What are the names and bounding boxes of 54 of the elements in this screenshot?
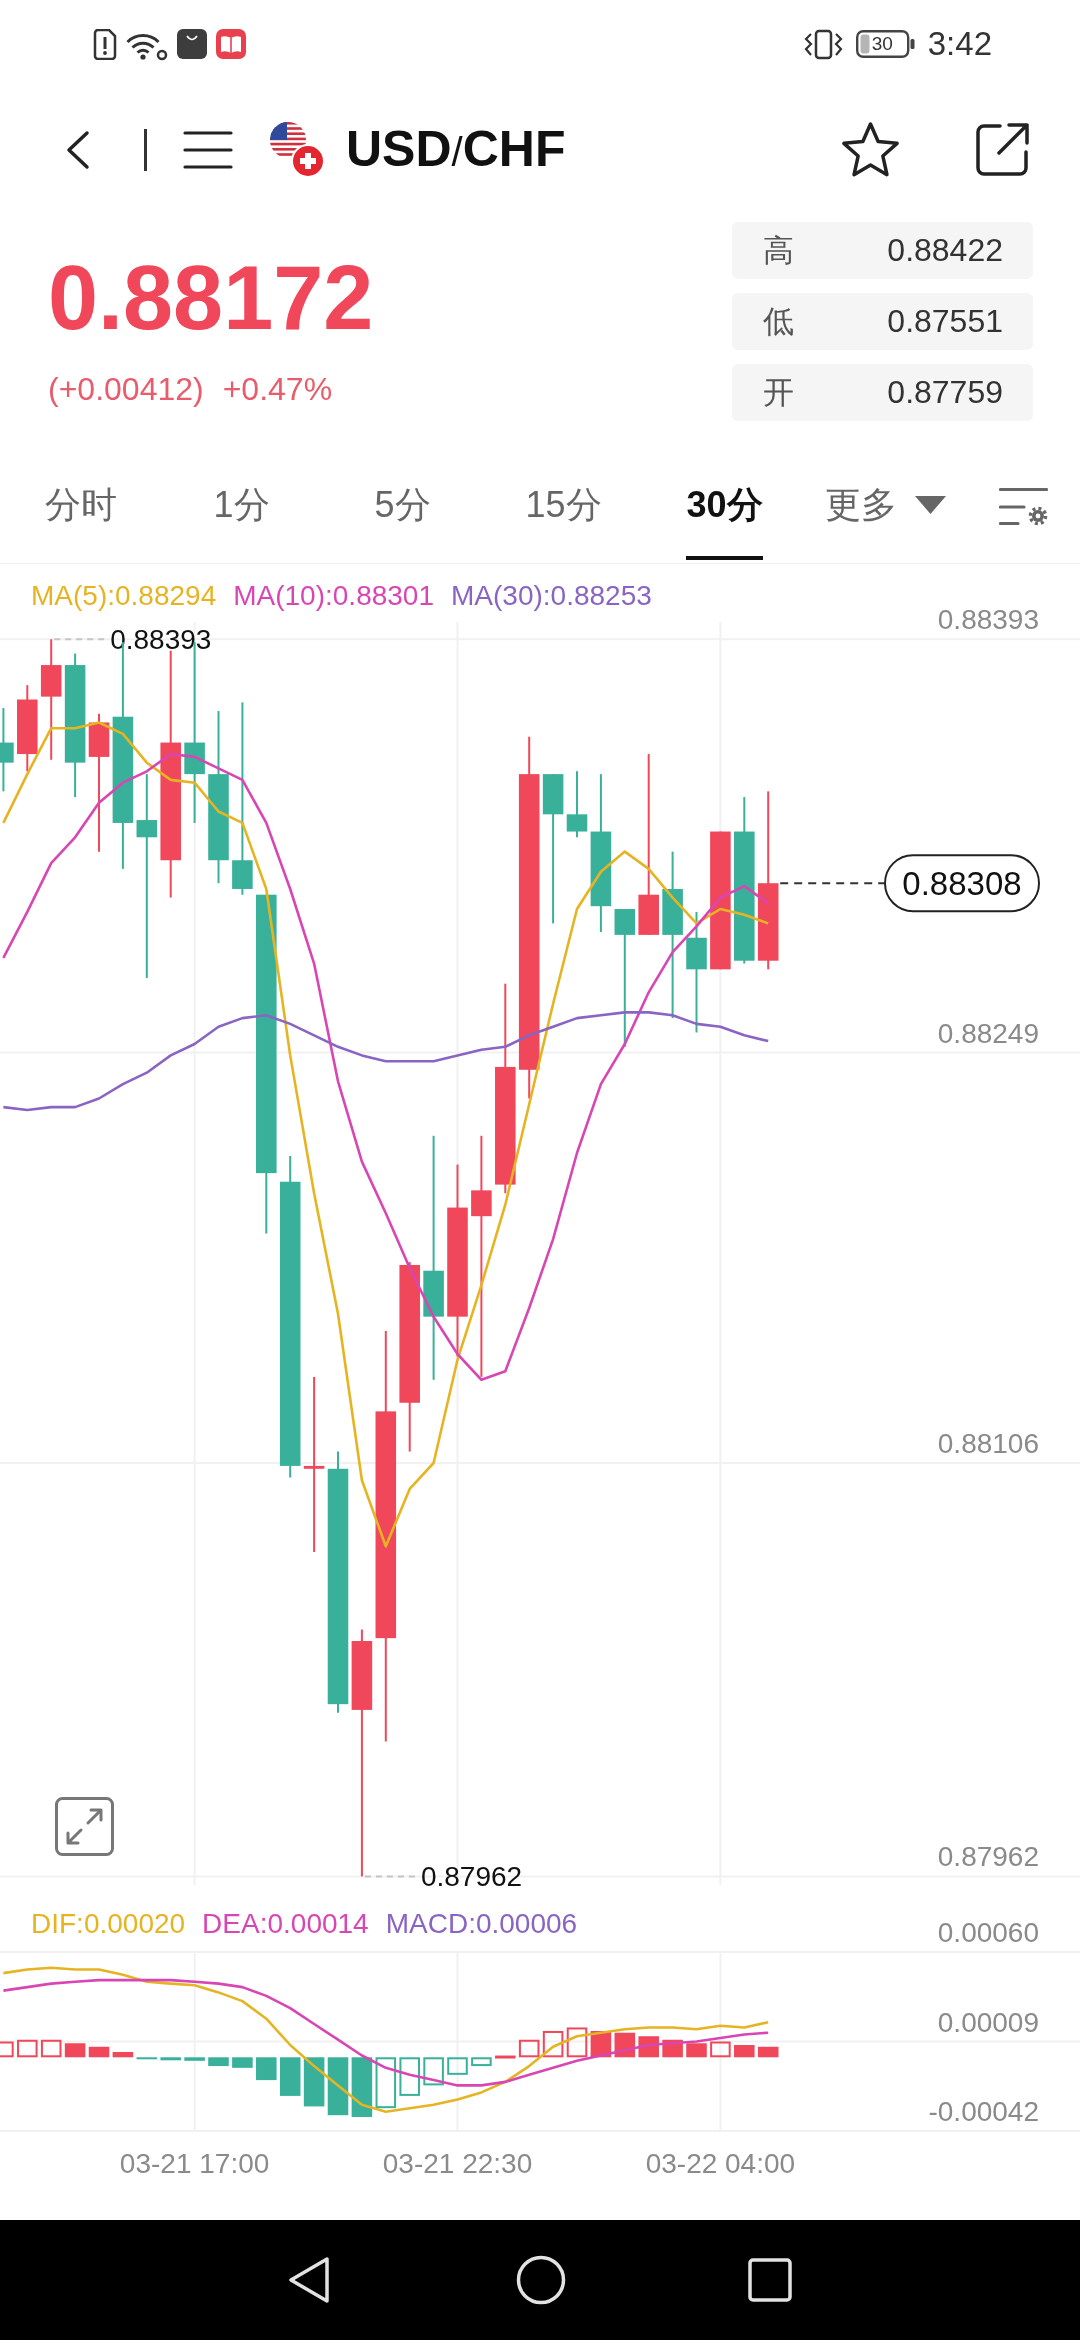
axis-label: 0.88249 [937,1017,1039,1049]
timeframe-tab[interactable]: 1分 [213,483,270,527]
price-tag: 0.88308 [884,854,1040,913]
stat-value: 0.88422 [887,232,1003,269]
legend-label: MA(30):0.88253 [451,579,652,613]
battery-percentage: 30 [871,34,893,54]
app-icon [177,29,207,59]
time-label: 03-22 04:00 [645,2148,796,2179]
caret-icon [915,496,946,514]
stat-label: 高 [763,231,794,270]
stat-label: 开 [763,373,794,412]
axis-label: 0.88106 [937,1428,1039,1460]
clock-time: 3:42 [927,24,992,64]
menu-icon[interactable] [183,129,233,171]
legend-label: DIF:0.00020 [31,1906,186,1941]
timeframe-tab[interactable]: 15分 [525,483,602,527]
axis-label: 0.00009 [937,2006,1039,2038]
legend-label: MA(10):0.88301 [233,579,434,613]
settings-icon[interactable] [999,487,1048,526]
candlestick [566,770,588,839]
timeframe-tab[interactable]: 分时 [44,483,117,527]
axis-label: -0.00042 [928,2096,1039,2127]
stat-label: 低 [763,302,794,341]
stat-value: 0.87759 [887,374,1003,411]
legend-label: MA(5):0.88294 [31,579,217,613]
back-icon[interactable] [65,130,90,170]
back-icon[interactable] [288,2256,330,2304]
home-icon[interactable] [516,2255,566,2305]
current-price: 0.88172 [48,248,374,348]
legend-label: DEA:0.00014 [202,1906,369,1941]
axis-label: 0.00060 [937,1917,1039,1948]
time-label: 03-21 22:30 [382,2148,533,2179]
leader-line [53,638,106,641]
axis-label: 0.87962 [937,1841,1039,1873]
more-dropdown[interactable]: 更多 [825,483,946,527]
axis-label: 0.88393 [937,604,1039,636]
sim-alert-icon [93,28,117,60]
price-label: 0.88393 [110,624,212,656]
legend-label: MACD:0.00006 [385,1906,578,1941]
stat-value: 0.87551 [887,303,1003,340]
battery-icon [855,30,915,58]
currency-pair-title: USD/CHF [346,119,566,179]
flag-icon [270,122,325,178]
vibrate-icon [802,28,844,60]
price-change: (+0.00412) [48,370,204,409]
recent-apps-icon[interactable] [748,2258,792,2302]
time-label: 03-21 17:00 [119,2148,270,2179]
price-label: 0.87962 [420,1861,523,1893]
percent-change: +0.47% [222,370,333,409]
book-icon [216,29,246,59]
timeframe-tab[interactable]: 5分 [374,483,431,527]
leader-line [363,1875,416,1878]
expand-icon[interactable] [55,1797,114,1856]
timeframe-tab[interactable]: 30分 [686,483,763,560]
